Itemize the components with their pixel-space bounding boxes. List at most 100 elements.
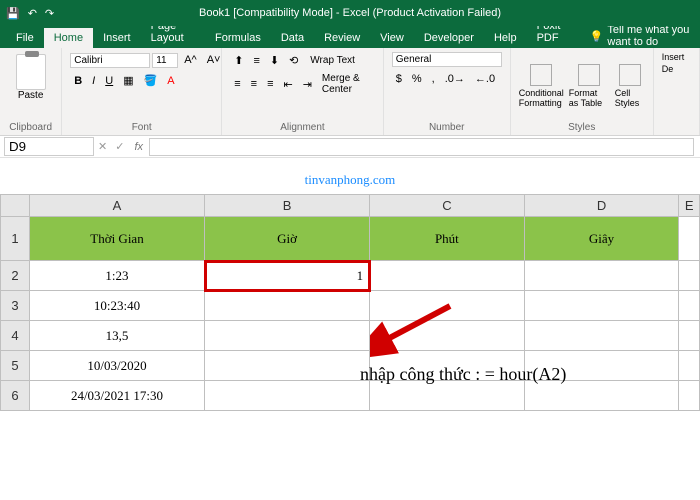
col-header-a[interactable]: A	[29, 195, 204, 217]
col-header-d[interactable]: D	[524, 195, 679, 217]
cell[interactable]	[679, 217, 700, 261]
cell-c3[interactable]	[370, 291, 525, 321]
col-header-c[interactable]: C	[370, 195, 525, 217]
fill-color-button[interactable]: 🪣	[140, 72, 162, 89]
header-gio[interactable]: Giờ	[205, 217, 370, 261]
decrease-decimal-button[interactable]: ←.0	[471, 71, 499, 87]
cell-d2[interactable]	[524, 261, 679, 291]
group-font: A^ A˅ B I U ▦ 🪣 A Font	[62, 48, 222, 135]
orientation-button[interactable]: ⟲	[285, 52, 302, 69]
tell-me-label: Tell me what you want to do	[607, 24, 700, 48]
cell-c6[interactable]	[370, 381, 525, 411]
align-bottom-button[interactable]: ⬇	[266, 52, 283, 69]
cell-b4[interactable]	[205, 321, 370, 351]
align-center-button[interactable]: ≡	[247, 76, 261, 92]
decrease-font-button[interactable]: A˅	[203, 52, 225, 68]
indent-increase-button[interactable]: ⇥	[299, 76, 316, 93]
tab-data[interactable]: Data	[271, 28, 314, 48]
row-header-2[interactable]: 2	[1, 261, 30, 291]
font-group-label: Font	[70, 120, 213, 133]
fx-icon[interactable]: fx	[134, 141, 143, 153]
row-header-1[interactable]: 1	[1, 217, 30, 261]
merge-center-button[interactable]: Merge & Center	[322, 73, 375, 95]
header-giay[interactable]: Giây	[524, 217, 679, 261]
paste-button[interactable]: Paste	[8, 52, 53, 101]
percent-button[interactable]: %	[408, 71, 426, 87]
cell-a6[interactable]: 24/03/2021 17:30	[29, 381, 204, 411]
header-phut[interactable]: Phút	[370, 217, 525, 261]
cell-c4[interactable]	[370, 321, 525, 351]
cell-d3[interactable]	[524, 291, 679, 321]
align-middle-button[interactable]: ≡	[249, 53, 263, 69]
cell-c2[interactable]	[370, 261, 525, 291]
col-header-e[interactable]: E	[679, 195, 700, 217]
insert-button[interactable]: Insert	[662, 52, 691, 62]
cell-d6[interactable]	[524, 381, 679, 411]
table-row: 1 Thời Gian Giờ Phút Giây	[1, 217, 700, 261]
row-header-6[interactable]: 6	[1, 381, 30, 411]
tell-me[interactable]: 💡 Tell me what you want to do	[590, 24, 700, 48]
cell[interactable]	[679, 321, 700, 351]
undo-icon[interactable]: ↶	[28, 7, 37, 20]
tab-developer[interactable]: Developer	[414, 28, 484, 48]
cell-b3[interactable]	[205, 291, 370, 321]
number-format-select[interactable]	[392, 52, 502, 67]
align-left-button[interactable]: ≡	[230, 76, 244, 92]
bold-button[interactable]: B	[70, 73, 86, 89]
cell-a4[interactable]: 13,5	[29, 321, 204, 351]
tab-view[interactable]: View	[370, 28, 414, 48]
quick-access[interactable]: 💾 ↶ ↷	[6, 7, 54, 20]
group-number: $ % , .0→ ←.0 Number	[384, 48, 511, 135]
col-header-b[interactable]: B	[205, 195, 370, 217]
cell-a5[interactable]: 10/03/2020	[29, 351, 204, 381]
select-all-corner[interactable]	[1, 195, 30, 217]
table-icon	[578, 64, 600, 86]
cell-b6[interactable]	[205, 381, 370, 411]
name-box[interactable]	[4, 137, 94, 156]
cell[interactable]	[679, 261, 700, 291]
header-thoi-gian[interactable]: Thời Gian	[29, 217, 204, 261]
worksheet[interactable]: A B C D E 1 Thời Gian Giờ Phút Giây 2 1:…	[0, 194, 700, 411]
cancel-icon[interactable]: ✕	[98, 140, 107, 153]
increase-decimal-button[interactable]: .0→	[441, 71, 469, 87]
enter-icon[interactable]: ✓	[115, 140, 124, 153]
cell[interactable]	[679, 291, 700, 321]
indent-decrease-button[interactable]: ⇤	[279, 76, 296, 93]
align-top-button[interactable]: ⬆	[230, 52, 247, 69]
tab-help[interactable]: Help	[484, 28, 527, 48]
format-as-table-button[interactable]: Format as Table	[569, 64, 609, 108]
borders-button[interactable]: ▦	[119, 72, 137, 89]
delete-button[interactable]: De	[662, 64, 691, 74]
cell-d4[interactable]	[524, 321, 679, 351]
italic-button[interactable]: I	[88, 73, 99, 89]
save-icon[interactable]: 💾	[6, 7, 20, 20]
tab-formulas[interactable]: Formulas	[205, 28, 271, 48]
tab-file[interactable]: File	[6, 28, 44, 48]
tab-review[interactable]: Review	[314, 28, 370, 48]
row-header-5[interactable]: 5	[1, 351, 30, 381]
formula-bar[interactable]	[149, 138, 694, 156]
tab-home[interactable]: Home	[44, 28, 93, 48]
cell[interactable]	[679, 381, 700, 411]
comma-button[interactable]: ,	[428, 71, 439, 87]
align-right-button[interactable]: ≡	[263, 76, 277, 92]
cell-b5[interactable]	[205, 351, 370, 381]
underline-button[interactable]: U	[101, 73, 117, 89]
cell-a2[interactable]: 1:23	[29, 261, 204, 291]
row-header-4[interactable]: 4	[1, 321, 30, 351]
cell[interactable]	[679, 351, 700, 381]
font-size-select[interactable]	[152, 53, 178, 68]
font-name-select[interactable]	[70, 53, 150, 68]
redo-icon[interactable]: ↷	[45, 7, 54, 20]
tab-insert[interactable]: Insert	[93, 28, 141, 48]
cell-a3[interactable]: 10:23:40	[29, 291, 204, 321]
wrap-text-button[interactable]: Wrap Text	[310, 55, 355, 66]
font-color-button[interactable]: A	[163, 73, 178, 89]
conditional-formatting-button[interactable]: Conditional Formatting	[519, 64, 563, 108]
clipboard-group-label: Clipboard	[8, 120, 53, 133]
cell-styles-button[interactable]: Cell Styles	[615, 64, 645, 108]
increase-font-button[interactable]: A^	[180, 52, 201, 68]
cell-b2-selected[interactable]: 1	[205, 261, 370, 291]
row-header-3[interactable]: 3	[1, 291, 30, 321]
currency-button[interactable]: $	[392, 71, 406, 87]
